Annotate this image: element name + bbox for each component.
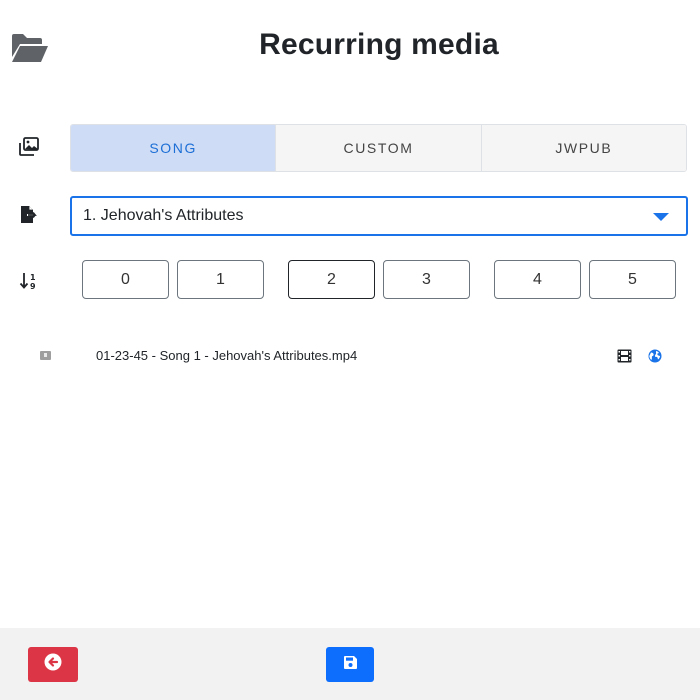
save-button[interactable] (326, 647, 374, 682)
globe-icon (648, 349, 662, 363)
svg-text:1: 1 (30, 273, 36, 282)
arrow-circle-left-icon (44, 653, 62, 676)
list-item[interactable]: 01-23-45 - Song 1 - Jehovah's Attributes… (0, 340, 700, 372)
back-button[interactable] (28, 647, 78, 682)
sort-numeric-icon: 1 9 (19, 271, 39, 291)
song-select-value: 1. Jehovah's Attributes (83, 207, 244, 224)
sort-button-2[interactable]: 2 (288, 260, 375, 299)
sort-button-4[interactable]: 4 (494, 260, 581, 299)
footer-bar (0, 628, 700, 700)
media-thumbnail (40, 351, 51, 360)
file-export-icon (19, 205, 39, 225)
chevron-down-icon (653, 213, 669, 221)
svg-text:9: 9 (30, 282, 36, 291)
page-title: Recurring media (259, 28, 499, 61)
sort-button-5[interactable]: 5 (589, 260, 676, 299)
media-filename: 01-23-45 - Song 1 - Jehovah's Attributes… (96, 348, 358, 363)
sort-button-3[interactable]: 3 (383, 260, 470, 299)
tab-song[interactable]: SONG (71, 125, 277, 171)
tab-custom[interactable]: CUSTOM (276, 125, 482, 171)
film-icon (617, 349, 632, 363)
song-select[interactable]: 1. Jehovah's Attributes (70, 196, 688, 236)
save-icon (343, 655, 358, 675)
sort-button-0[interactable]: 0 (82, 260, 169, 299)
tab-jwpub[interactable]: JWPUB (481, 125, 686, 171)
sort-button-1[interactable]: 1 (177, 260, 264, 299)
images-icon (19, 137, 39, 157)
media-type-tabs: SONG CUSTOM JWPUB (70, 124, 687, 172)
